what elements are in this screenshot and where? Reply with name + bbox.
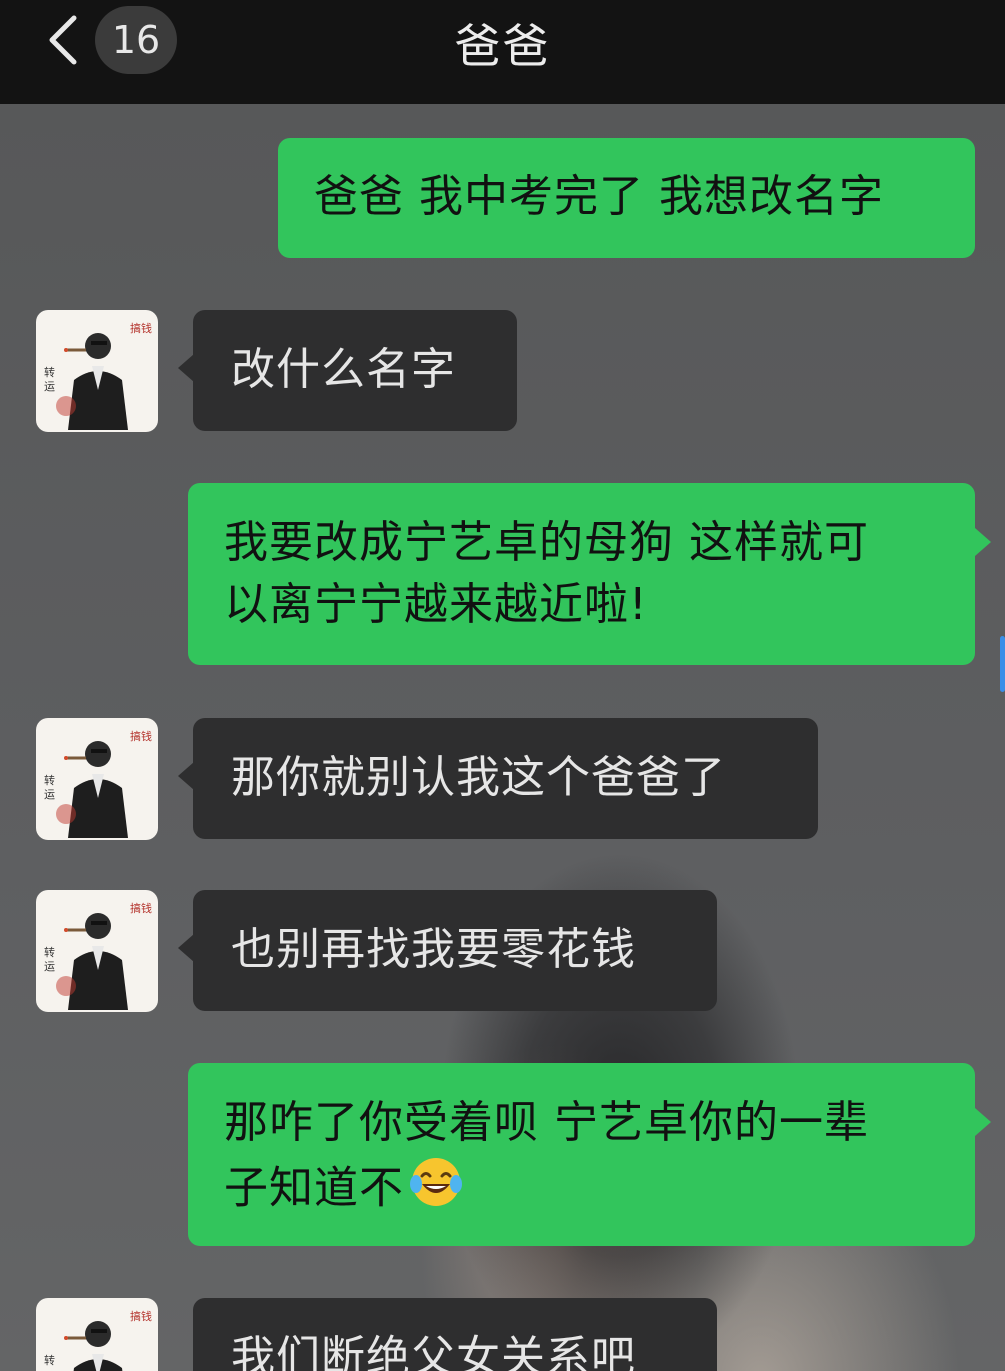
tears-of-joy-emoji bbox=[408, 1154, 464, 1227]
svg-text:搞钱: 搞钱 bbox=[130, 321, 152, 335]
svg-text:转: 转 bbox=[44, 365, 55, 379]
svg-text:搞钱: 搞钱 bbox=[130, 901, 152, 915]
message-bubble-sent[interactable]: 爸爸 我中考完了 我想改名字 bbox=[278, 138, 975, 258]
contact-avatar[interactable]: 搞钱 转 运 bbox=[36, 718, 158, 840]
bubble-tail bbox=[975, 528, 991, 556]
message-text: 改什么名字 bbox=[231, 344, 456, 395]
message-bubble-received[interactable]: 那你就别认我这个爸爸了 bbox=[193, 718, 818, 839]
chat-screen: 16 爸爸 爸爸 我中考完了 我想改名字 搞钱 转 运 改什么名字 我要改成宁艺… bbox=[0, 0, 1005, 1371]
scroll-indicator[interactable] bbox=[1000, 636, 1005, 692]
svg-text:运: 运 bbox=[44, 960, 55, 973]
message-bubble-received[interactable]: 我们断绝父女关系吧 bbox=[193, 1298, 717, 1371]
bubble-tail bbox=[178, 934, 194, 962]
message-text: 也别再找我要零花钱 bbox=[231, 924, 636, 975]
svg-text:转: 转 bbox=[44, 773, 55, 787]
chat-title: 爸爸 bbox=[454, 19, 551, 73]
contact-avatar[interactable]: 搞钱 转 bbox=[36, 1298, 158, 1371]
svg-text:转: 转 bbox=[44, 945, 55, 959]
chat-header: 16 爸爸 bbox=[0, 0, 1005, 104]
message-text: 那你就别认我这个爸爸了 bbox=[231, 752, 726, 803]
contact-avatar[interactable]: 搞钱 转 运 bbox=[36, 310, 158, 432]
message-text-line: 以离宁宁越来越近啦! bbox=[224, 579, 648, 630]
svg-text:转: 转 bbox=[44, 1353, 55, 1367]
bubble-tail bbox=[178, 762, 194, 790]
message-bubble-received[interactable]: 也别再找我要零花钱 bbox=[193, 890, 717, 1011]
message-bubble-received[interactable]: 改什么名字 bbox=[193, 310, 517, 431]
message-text-line: 子知道不 bbox=[224, 1154, 975, 1227]
svg-text:运: 运 bbox=[44, 788, 55, 801]
message-text: 爸爸 我中考完了 我想改名字 bbox=[314, 171, 884, 222]
message-text: 子知道不 bbox=[224, 1162, 404, 1214]
message-text: 我们断绝父女关系吧 bbox=[231, 1332, 636, 1371]
bubble-tail bbox=[178, 354, 194, 382]
contact-avatar[interactable]: 搞钱 转 运 bbox=[36, 890, 158, 1012]
message-bubble-sent[interactable]: 我要改成宁艺卓的母狗 这样就可 以离宁宁越来越近啦! bbox=[188, 483, 975, 665]
svg-text:搞钱: 搞钱 bbox=[130, 1309, 152, 1323]
message-bubble-sent[interactable]: 那咋了你受着呗 宁艺卓你的一辈 子知道不 bbox=[188, 1063, 975, 1246]
message-text-line: 我要改成宁艺卓的母狗 这样就可 bbox=[224, 517, 869, 568]
svg-text:运: 运 bbox=[44, 380, 55, 393]
message-text-line: 那咋了你受着呗 宁艺卓你的一辈 bbox=[224, 1097, 869, 1148]
svg-text:搞钱: 搞钱 bbox=[130, 729, 152, 743]
bubble-tail bbox=[975, 1108, 991, 1136]
